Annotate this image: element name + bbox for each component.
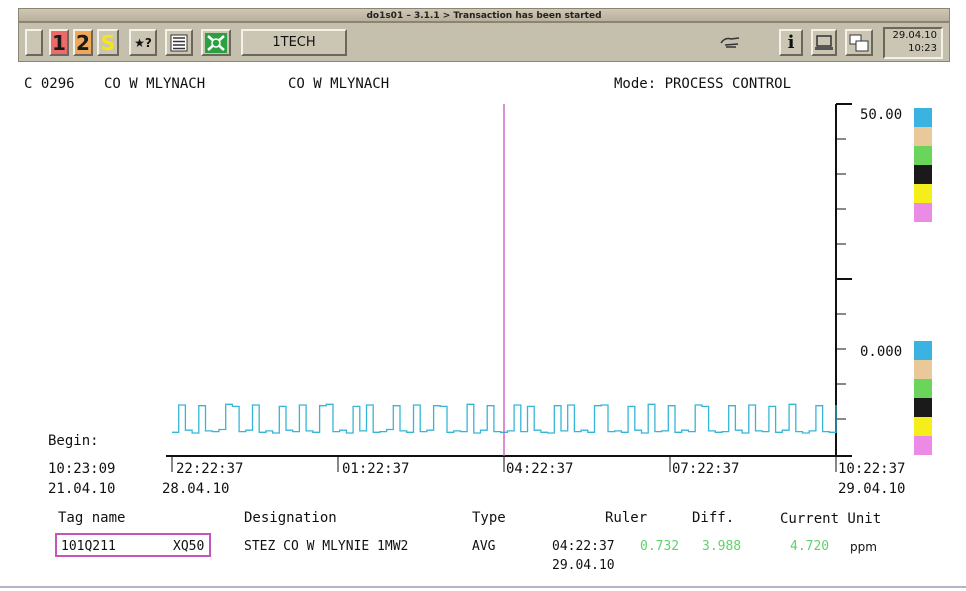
begin-time: 10:23:09 <box>48 461 116 477</box>
color-swatch <box>914 108 932 127</box>
ruler-time-value: 04:22:37 <box>552 539 615 554</box>
color-swatch <box>914 203 932 222</box>
begin-label: Begin: <box>48 433 99 449</box>
diff-value: 3.988 <box>702 539 742 554</box>
col-header-designation: Designation <box>244 510 337 526</box>
bottom-border <box>0 586 966 588</box>
color-swatch <box>914 417 932 436</box>
y-min-label: 0.000 <box>860 344 903 360</box>
color-swatch <box>914 398 932 417</box>
x-tick-label: 04:22:37 <box>506 461 574 477</box>
color-swatch <box>914 360 932 379</box>
trend-chart <box>166 103 932 472</box>
current-value: 4.720 <box>790 539 830 554</box>
type-value: AVG <box>472 539 496 554</box>
x-tick-date: 28.04.10 <box>162 481 230 497</box>
color-swatch <box>914 379 932 398</box>
designation-value: STEZ CO W MLYNIE 1MW2 <box>244 539 409 554</box>
unit-value: ppm <box>850 540 877 554</box>
color-swatch <box>914 165 932 184</box>
col-header-tag: Tag name <box>58 510 126 526</box>
tag-name-value: 101Q211 <box>61 539 116 554</box>
color-swatch <box>914 184 932 203</box>
y-max-label: 50.00 <box>860 107 903 123</box>
color-swatch <box>914 341 932 360</box>
color-swatch <box>914 146 932 165</box>
begin-date: 21.04.10 <box>48 481 116 497</box>
color-swatch <box>914 436 932 455</box>
x-tick-label: 10:22:37 <box>838 461 906 477</box>
x-tick-label: 01:22:37 <box>342 461 410 477</box>
x-tick-date: 29.04.10 <box>838 481 906 497</box>
tag-code-value: XQ50 <box>173 539 205 554</box>
col-header-ruler: Ruler <box>605 510 648 526</box>
ruler-value: 0.732 <box>640 539 680 554</box>
col-header-current-unit: Current Unit <box>780 511 882 527</box>
col-header-diff: Diff. <box>692 510 735 526</box>
x-tick-label: 07:22:37 <box>672 461 740 477</box>
tag-selection-box[interactable]: 101Q211 XQ50 <box>55 533 211 557</box>
col-header-type: Type <box>472 510 506 526</box>
ruler-date-value: 29.04.10 <box>552 558 615 573</box>
color-swatch <box>914 127 932 146</box>
x-tick-label: 22:22:37 <box>176 461 244 477</box>
